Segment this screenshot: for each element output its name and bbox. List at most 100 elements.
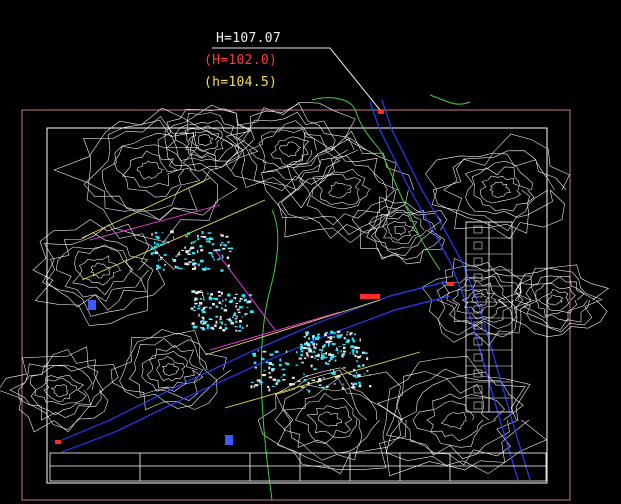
- detail-mark: [328, 340, 331, 344]
- background: [0, 0, 621, 504]
- detail-mark: [346, 339, 350, 342]
- detail-mark: [336, 334, 340, 337]
- detail-mark: [318, 384, 322, 386]
- detail-mark: [221, 307, 223, 310]
- detail-mark: [189, 249, 191, 252]
- detail-mark: [202, 293, 204, 296]
- detail-mark: [219, 326, 222, 329]
- detail-mark: [215, 315, 218, 318]
- detail-mark: [333, 383, 336, 385]
- detail-mark: [249, 310, 254, 314]
- detail-mark: [272, 378, 276, 381]
- detail-mark: [208, 296, 212, 298]
- detail-mark: [363, 373, 366, 375]
- detail-mark: [256, 379, 261, 382]
- detail-mark: [228, 268, 230, 270]
- detail-mark: [305, 357, 307, 360]
- detail-mark: [181, 249, 184, 251]
- detail-mark: [222, 247, 226, 250]
- detail-mark: [191, 290, 193, 293]
- detail-mark: [321, 348, 324, 350]
- detail-mark: [211, 237, 214, 240]
- detail-mark: [190, 241, 193, 245]
- detail-mark: [298, 357, 302, 360]
- detail-mark: [208, 298, 213, 301]
- detail-mark: [263, 369, 266, 371]
- detail-mark: [194, 240, 197, 242]
- detail-mark: [150, 252, 153, 256]
- detail-mark: [250, 385, 253, 389]
- detail-mark: [331, 342, 336, 346]
- detail-mark: [274, 350, 279, 353]
- detail-mark: [325, 352, 328, 355]
- detail-mark: [227, 264, 230, 268]
- detail-mark: [321, 349, 324, 352]
- detail-mark: [353, 374, 357, 377]
- detail-mark: [218, 295, 222, 297]
- detail-mark: [246, 324, 248, 327]
- detail-mark: [187, 253, 192, 255]
- detail-mark: [268, 388, 271, 392]
- detail-mark: [200, 290, 202, 293]
- detail-mark: [300, 386, 305, 388]
- detail-mark: [349, 352, 352, 354]
- detail-mark: [315, 337, 319, 340]
- detail-mark: [241, 326, 244, 329]
- detail-mark: [323, 343, 326, 347]
- detail-mark: [158, 259, 160, 261]
- detail-mark: [325, 340, 329, 344]
- detail-mark: [351, 349, 355, 352]
- detail-mark: [209, 306, 212, 309]
- detail-mark: [193, 305, 196, 309]
- detail-mark: [187, 232, 191, 235]
- detail-mark: [334, 375, 338, 379]
- detail-mark: [150, 267, 152, 269]
- detail-mark: [172, 236, 174, 240]
- detail-mark: [321, 355, 325, 358]
- detail-mark: [235, 305, 237, 308]
- detail-mark: [306, 341, 308, 345]
- detail-mark: [330, 357, 332, 360]
- detail-mark: [210, 327, 214, 330]
- detail-mark: [162, 232, 164, 234]
- detail-mark: [280, 376, 283, 378]
- detail-mark: [312, 335, 314, 338]
- detail-mark: [214, 324, 217, 328]
- detail-mark: [150, 247, 154, 250]
- detail-mark: [343, 337, 346, 340]
- detail-mark: [327, 336, 331, 339]
- detail-mark: [333, 332, 336, 335]
- detail-mark: [328, 360, 331, 362]
- cad-drawing-canvas[interactable]: [0, 0, 621, 504]
- detail-mark: [197, 237, 200, 241]
- detail-mark: [295, 364, 299, 366]
- detail-mark: [192, 241, 195, 244]
- detail-mark: [162, 268, 165, 271]
- detail-mark: [213, 249, 215, 252]
- detail-mark: [217, 248, 221, 251]
- detail-mark: [232, 315, 237, 317]
- detail-mark: [201, 323, 205, 325]
- detail-mark: [364, 352, 368, 355]
- detail-mark: [157, 236, 160, 240]
- detail-mark: [225, 298, 227, 301]
- detail-mark: [254, 384, 259, 387]
- detail-mark: [254, 366, 257, 369]
- detail-mark: [354, 346, 358, 350]
- detail-mark: [305, 331, 309, 334]
- detail-mark: [303, 336, 306, 338]
- detail-mark: [171, 231, 174, 233]
- detail-mark: [202, 299, 205, 301]
- detail-mark: [178, 267, 183, 270]
- detail-mark: [346, 331, 349, 333]
- detail-mark: [341, 387, 344, 390]
- detail-mark: [203, 320, 208, 323]
- detail-mark: [202, 235, 207, 238]
- detail-mark: [334, 355, 337, 357]
- detail-mark: [253, 361, 257, 364]
- detail-mark: [201, 309, 205, 312]
- detail-mark: [247, 300, 252, 303]
- detail-mark: [334, 359, 337, 362]
- detail-mark: [281, 368, 286, 371]
- detail-mark: [235, 329, 238, 332]
